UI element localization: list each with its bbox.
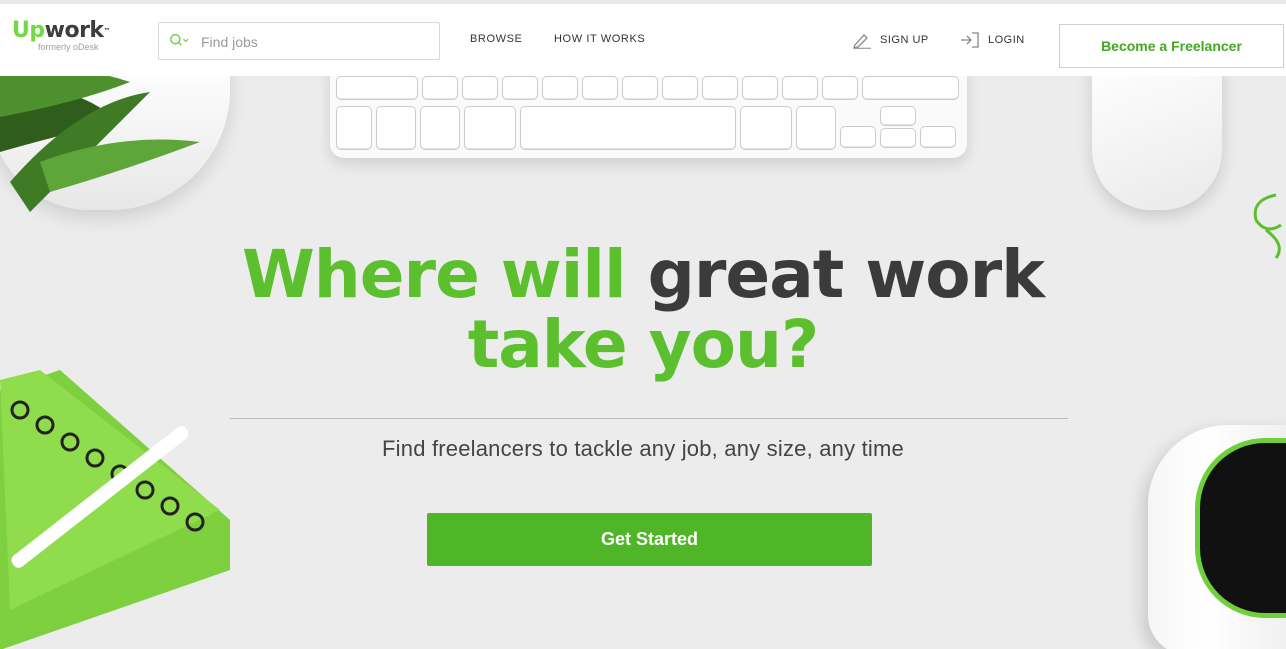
upwork-landing-page: Upwork™ formerly oDesk BROWSE HOW IT WOR…	[0, 0, 1286, 649]
login-link[interactable]: LOGIN	[960, 31, 1025, 49]
keyboard-decor	[330, 62, 967, 158]
chevron-down-icon	[183, 38, 189, 43]
search-input[interactable]	[199, 29, 433, 55]
get-started-button[interactable]: Get Started	[427, 513, 872, 566]
hero-headline-part-1: Where will	[241, 236, 627, 313]
login-icon	[961, 32, 979, 48]
logo-wordmark: Upwork™	[12, 18, 111, 43]
notebook-decor	[0, 370, 230, 649]
logo-trademark: ™	[103, 27, 111, 35]
hero-headline-part-2: great work	[647, 236, 1045, 313]
hero-headline-part-3: take you?	[467, 306, 820, 383]
sign-up-link[interactable]: SIGN UP	[852, 31, 929, 49]
nav-how-it-works-link[interactable]: HOW IT WORKS	[554, 33, 645, 45]
hero-divider	[230, 418, 1068, 419]
nav-browse-link[interactable]: BROWSE	[470, 33, 523, 45]
search-icon[interactable]	[169, 31, 189, 51]
top-navigation-bar: Upwork™ formerly oDesk BROWSE HOW IT WOR…	[0, 0, 1286, 76]
hero-subtitle: Find freelancers to tackle any job, any …	[382, 436, 904, 461]
mouse-decor	[1092, 60, 1222, 210]
login-label: LOGIN	[988, 34, 1025, 46]
logo-up: Up	[12, 18, 45, 43]
hero-headline: Where will great work take you?	[0, 240, 1286, 380]
find-jobs-search-box[interactable]	[158, 22, 440, 60]
pencil-icon	[853, 34, 871, 49]
plant-leaves-decor	[0, 68, 200, 212]
logo-tagline: formerly oDesk	[38, 42, 99, 52]
sign-up-label: SIGN UP	[880, 34, 929, 46]
logo-work: work	[44, 18, 104, 43]
become-a-freelancer-button[interactable]: Become a Freelancer	[1059, 24, 1284, 68]
upwork-logo[interactable]: Upwork™ formerly oDesk	[12, 18, 111, 53]
